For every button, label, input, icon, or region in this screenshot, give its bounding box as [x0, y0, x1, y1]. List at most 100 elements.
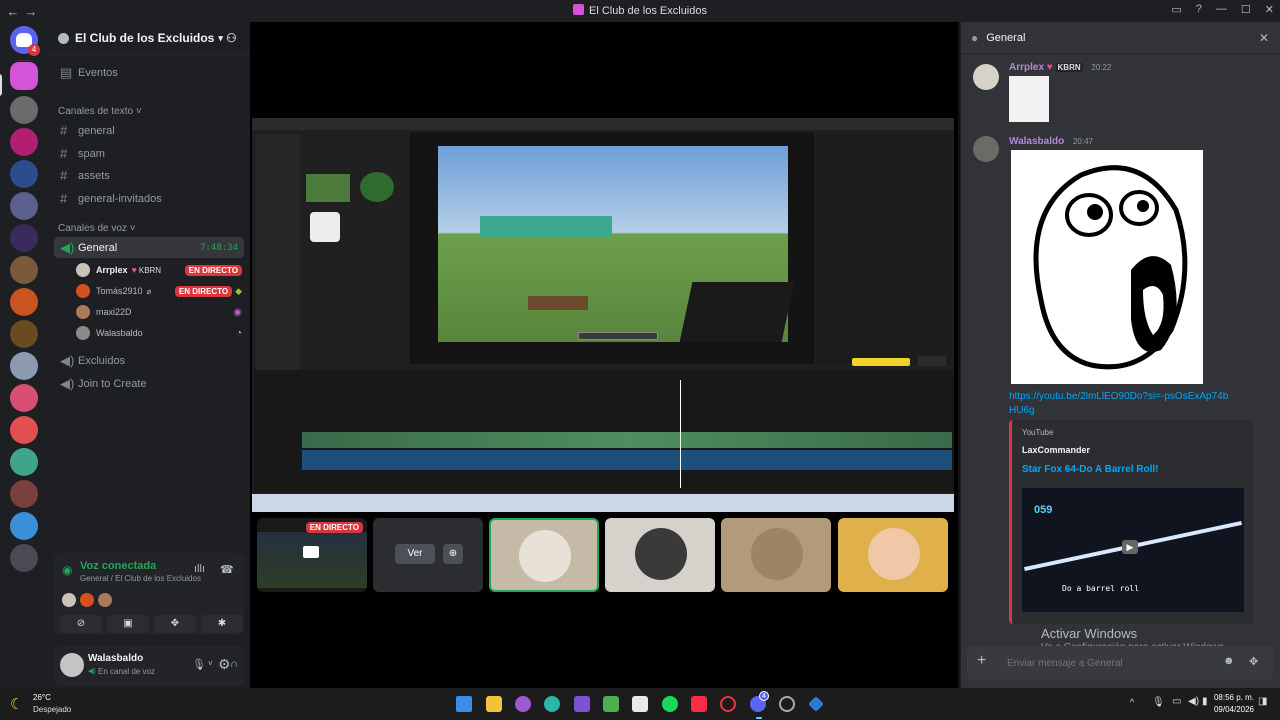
server-icon-club[interactable]: [10, 62, 38, 90]
stream-tile-live[interactable]: EN DIRECTO: [257, 518, 367, 592]
participant-tile[interactable]: [721, 518, 831, 592]
home-button[interactable]: 4: [10, 26, 40, 56]
server-icon[interactable]: [10, 512, 38, 540]
discord-taskbar-icon[interactable]: 4: [750, 691, 769, 712]
spotify-icon[interactable]: [662, 696, 678, 712]
apps-icon[interactable]: ✥: [1249, 655, 1258, 668]
volume-icon[interactable]: ◀): [1188, 696, 1199, 707]
message-input[interactable]: [1007, 654, 1207, 672]
voice-user-walasbaldo[interactable]: Walasbaldo ◔: [76, 323, 242, 343]
server-header[interactable]: El Club de los Excluidos ▾ ⚇: [48, 22, 250, 54]
server-icon[interactable]: [10, 288, 38, 316]
embed-author[interactable]: LaxCommander: [1022, 445, 1090, 455]
visual-studio-icon[interactable]: [574, 696, 590, 712]
embed-video-thumbnail[interactable]: 059 ▶ Do a barrel roll: [1022, 488, 1244, 612]
meme-image[interactable]: [1011, 150, 1203, 384]
server-icon[interactable]: [10, 544, 38, 572]
noise-suppression-icon[interactable]: ıllı: [194, 563, 205, 575]
apple-music-icon[interactable]: [691, 696, 707, 712]
opera-icon[interactable]: [720, 696, 736, 712]
server-icon[interactable]: [10, 352, 38, 380]
emoji-icon[interactable]: ☻: [1223, 655, 1235, 667]
channel-spam[interactable]: # spam: [54, 143, 244, 164]
voice-channel-general[interactable]: ◀) General 7:48:34: [54, 237, 244, 258]
minecraft-building: [480, 216, 612, 238]
soundboard-button[interactable]: ✱: [201, 615, 243, 633]
text-category[interactable]: Canales de texto ˅: [58, 106, 142, 117]
server-icon[interactable]: [10, 96, 38, 124]
voice-channel-excluidos[interactable]: ◀) Excluidos: [54, 350, 244, 371]
participant-tile[interactable]: [838, 518, 948, 592]
chevron-up-icon[interactable]: ^: [1130, 697, 1134, 707]
server-icon[interactable]: [10, 480, 38, 508]
help-icon[interactable]: ?: [1196, 3, 1202, 16]
server-icon[interactable]: [10, 192, 38, 220]
server-icon[interactable]: [10, 384, 38, 412]
server-icon[interactable]: [10, 224, 38, 252]
message-image[interactable]: [1009, 76, 1049, 122]
close-chat-icon[interactable]: ✕: [1259, 31, 1269, 45]
server-icon[interactable]: [10, 448, 38, 476]
store-icon[interactable]: [632, 696, 648, 712]
participant-tile[interactable]: [605, 518, 715, 592]
copilot-icon[interactable]: [515, 696, 531, 712]
channel-general-invitados[interactable]: # general-invitados: [54, 188, 244, 209]
watch-button[interactable]: Ver: [395, 544, 435, 564]
screen-share-button[interactable]: ▣: [107, 615, 149, 633]
server-icon[interactable]: [10, 128, 38, 156]
main-stream-video[interactable]: [252, 118, 954, 512]
user-avatar[interactable]: [60, 653, 84, 677]
battery-icon[interactable]: ▮: [1202, 696, 1208, 707]
microphone-icon[interactable]: 🎙︎: [192, 658, 206, 671]
message-avatar[interactable]: [973, 64, 999, 90]
channel-assets[interactable]: # assets: [54, 165, 244, 186]
message-author[interactable]: Walasbaldo: [1009, 136, 1064, 147]
microphone-tray-icon[interactable]: 🎙︎: [1152, 697, 1165, 708]
edge-icon[interactable]: [544, 696, 560, 712]
close-window-icon[interactable]: ✕: [1265, 3, 1274, 16]
disconnect-icon[interactable]: ☎: [220, 563, 234, 576]
avatar: [76, 284, 90, 298]
notifications-icon[interactable]: ◨: [1258, 696, 1267, 707]
popout-icon[interactable]: ⊕: [443, 544, 463, 564]
voice-user-maxi[interactable]: maxi22D ◉: [76, 302, 242, 322]
voice-channel-join-to-create[interactable]: ◀) Join to Create: [54, 373, 244, 394]
embed-title[interactable]: Star Fox 64-Do A Barrel Roll!: [1022, 464, 1159, 475]
windows-start-icon[interactable]: [456, 696, 472, 712]
obs-icon[interactable]: [779, 696, 795, 712]
server-icon[interactable]: [10, 416, 38, 444]
maximize-icon[interactable]: ☐: [1241, 3, 1251, 16]
events-item[interactable]: ▤ Eventos: [54, 62, 244, 83]
activities-button[interactable]: ✥: [154, 615, 196, 633]
play-icon[interactable]: ▶: [1122, 540, 1138, 554]
capcut-icon[interactable]: [808, 696, 824, 712]
message-avatar[interactable]: [973, 136, 999, 162]
youtube-link[interactable]: https://youtu.be/2lmLlEO90Do?si=-psOsExA…: [1009, 390, 1229, 418]
file-explorer-icon[interactable]: [486, 696, 502, 712]
server-icon[interactable]: [10, 320, 38, 348]
channel-general[interactable]: # general: [54, 120, 244, 141]
add-attachment-icon[interactable]: +: [977, 652, 986, 670]
server-icon[interactable]: [10, 160, 38, 188]
stream-tile-watch[interactable]: Ver ⊕: [373, 518, 483, 592]
voice-user-tomas[interactable]: Tomás2910 ⌀ EN DIRECTO ◆: [76, 281, 242, 301]
chevron-down-icon[interactable]: ˅: [208, 659, 213, 668]
message-author[interactable]: Arrplex: [1009, 62, 1044, 73]
settings-gear-icon[interactable]: ⚙: [218, 656, 231, 673]
message-input-box[interactable]: + ☻ ✥: [967, 646, 1273, 680]
weather-temp[interactable]: 26°C: [33, 693, 51, 702]
clock-time[interactable]: 08:56 p. m.: [1210, 693, 1254, 702]
server-icon[interactable]: [10, 256, 38, 284]
minimize-icon[interactable]: —: [1216, 3, 1227, 16]
minecraft-icon[interactable]: [603, 696, 619, 712]
voice-category[interactable]: Canales de voz ˅: [58, 223, 136, 234]
participant-tile[interactable]: [489, 518, 599, 592]
clock-date[interactable]: 09/04/2026: [1210, 705, 1254, 714]
network-icon[interactable]: ▭: [1172, 696, 1181, 707]
voice-location[interactable]: General / El Club de los Excluidos: [80, 574, 201, 583]
camera-off-button[interactable]: ⊘: [60, 615, 102, 633]
invite-icon[interactable]: ⚇: [226, 31, 237, 45]
headphones-icon[interactable]: ∩: [230, 658, 238, 670]
voice-user-arrplex[interactable]: Arrplex ♥ KBRN EN DIRECTO: [76, 260, 242, 280]
inbox-icon[interactable]: ▭: [1171, 3, 1181, 16]
